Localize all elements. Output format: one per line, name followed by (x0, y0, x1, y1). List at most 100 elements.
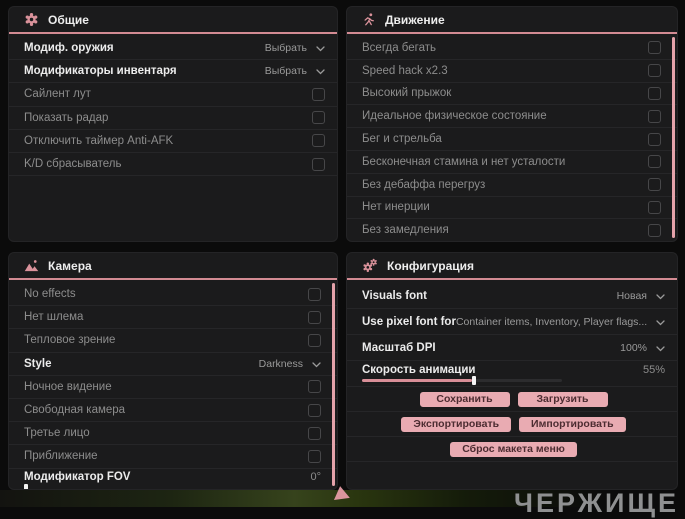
slider-fill (362, 379, 472, 382)
setting-label: Приближение (24, 450, 98, 463)
checkbox[interactable] (648, 86, 661, 100)
reset-menu-layout-button[interactable]: Сброс макета меню (450, 441, 577, 457)
dropdown[interactable]: Новая (617, 287, 665, 305)
row-checkbox: Speed hack x2.3 (347, 60, 677, 83)
dropdown[interactable]: 100% (620, 339, 665, 357)
dropdown[interactable]: Darkness (259, 355, 321, 373)
row-checkbox: Без дебаффа перегруз (347, 174, 677, 197)
row-checkbox: No effects (9, 283, 337, 307)
setting-label: Модификаторы инвентаря (24, 65, 177, 78)
checkbox[interactable] (648, 200, 661, 214)
setting-label: Нет инерции (362, 201, 430, 214)
panel-movement-header: Движение (347, 7, 677, 34)
checkbox[interactable] (308, 333, 321, 347)
dropdown[interactable]: Выбрать (265, 62, 325, 80)
row-dropdown: Масштаб DPI 100% (347, 335, 677, 361)
checkbox[interactable] (648, 64, 661, 78)
row-checkbox: Третье лицо (9, 422, 337, 446)
setting-label: Бег и стрельба (362, 133, 442, 146)
row-checkbox: Идеальное физическое состояние (347, 105, 677, 129)
checkbox[interactable] (308, 380, 321, 394)
load-button[interactable]: Загрузить (517, 391, 608, 407)
checkbox[interactable] (312, 87, 325, 101)
dropdown-value: Выбрать (264, 42, 307, 55)
panel-config: Конфигурация Visuals font Новая Use pixel … (346, 252, 678, 490)
setting-label: Третье лицо (24, 427, 90, 440)
chevron-down-icon (316, 62, 325, 80)
checkbox[interactable] (648, 41, 661, 55)
chevron-down-icon (656, 339, 665, 357)
checkbox[interactable] (648, 223, 661, 237)
row-buttons: Экспортировать Импортировать (347, 412, 677, 437)
background-location-text: ЧЕРЖИЩЕ (514, 488, 679, 518)
setting-label: Нет шлема (24, 311, 84, 324)
panel-title: Движение (385, 12, 445, 27)
row-checkbox: Всегда бегать (347, 37, 677, 60)
save-button[interactable]: Сохранить (419, 391, 510, 407)
scrollbar[interactable] (332, 283, 335, 486)
panel-general: Общие Модиф. оружия Выбрать Модификаторы и… (8, 6, 338, 242)
export-button[interactable]: Экспортировать (401, 416, 512, 432)
checkbox[interactable] (308, 310, 321, 324)
checkbox[interactable] (312, 134, 325, 148)
setting-label: Use pixel font for (362, 315, 456, 328)
chevron-down-icon (656, 287, 665, 305)
checkbox[interactable] (308, 426, 321, 440)
setting-label: Бесконечная стамина и нет усталости (362, 155, 566, 168)
row-checkbox: Бесконечная стамина и нет усталости (347, 151, 677, 174)
slider-handle[interactable] (472, 376, 476, 385)
checkbox[interactable] (308, 403, 321, 417)
row-checkbox: Ночное видение (9, 376, 337, 399)
setting-label: Без замедления (362, 224, 449, 237)
slider-value: 55% (642, 363, 665, 376)
checkbox[interactable] (312, 111, 325, 125)
row-checkbox: Приближение (9, 445, 337, 469)
checkbox[interactable] (308, 449, 321, 463)
panel-title: Общие (48, 12, 89, 27)
checkbox[interactable] (648, 109, 661, 123)
dropdown-value: Выбрать (264, 65, 307, 78)
checkbox[interactable] (648, 132, 661, 146)
panel-config-header: Конфигурация (347, 253, 677, 280)
row-dropdown: Visuals font Новая (347, 283, 677, 309)
row-checkbox: Показать радар (9, 107, 337, 130)
setting-label: Идеальное физическое состояние (362, 110, 547, 123)
dropdown-value: 100% (620, 341, 647, 354)
checkbox[interactable] (308, 287, 321, 301)
row-slider: Модификатор FOV 0° (9, 469, 337, 489)
panel-title: Конфигурация (387, 258, 475, 273)
setting-label: No effects (24, 288, 76, 301)
row-checkbox: Отключить таймер Anti-AFK (9, 130, 337, 153)
setting-label: Тепловое зрение (24, 334, 116, 347)
slider-handle[interactable] (24, 483, 28, 489)
row-slider: Скорость анимации 55% (347, 361, 677, 387)
row-dropdown: Модификаторы инвентаря Выбрать (9, 60, 337, 84)
dropdown[interactable]: Выбрать (265, 39, 325, 57)
row-buttons: Сохранить Загрузить (347, 387, 677, 412)
checkbox[interactable] (312, 157, 325, 171)
checkbox[interactable] (648, 155, 661, 169)
dropdown[interactable]: Container items, Inventory, Player flags… (456, 313, 665, 331)
slider[interactable] (24, 483, 322, 489)
row-checkbox: Нет шлема (9, 306, 337, 330)
import-button[interactable]: Импортировать (519, 416, 626, 432)
row-checkbox: Нет инерции (347, 197, 677, 220)
setting-label: Всегда бегать (362, 41, 436, 54)
setting-label: Сайлент лут (24, 88, 91, 101)
row-checkbox: Сайлент лут (9, 83, 337, 107)
setting-label: Без дебаффа перегруз (362, 178, 486, 191)
dropdown-value: Darkness (258, 357, 303, 370)
chevron-down-icon (316, 39, 325, 57)
scrollbar[interactable] (672, 37, 675, 238)
row-checkbox: Высокий прыжок (347, 83, 677, 106)
chevron-down-icon (656, 313, 665, 331)
row-dropdown: Use pixel font for Container items, Inven… (347, 309, 677, 335)
setting-label: Отключить таймер Anti-AFK (24, 134, 174, 147)
panel-general-header: Общие (9, 7, 337, 34)
checkbox[interactable] (648, 178, 661, 192)
slider[interactable] (362, 376, 562, 385)
row-checkbox: Свободная камера (9, 399, 337, 423)
setting-label: Показать радар (24, 111, 109, 124)
setting-label: Speed hack x2.3 (362, 64, 448, 77)
setting-label: Style (24, 357, 52, 370)
